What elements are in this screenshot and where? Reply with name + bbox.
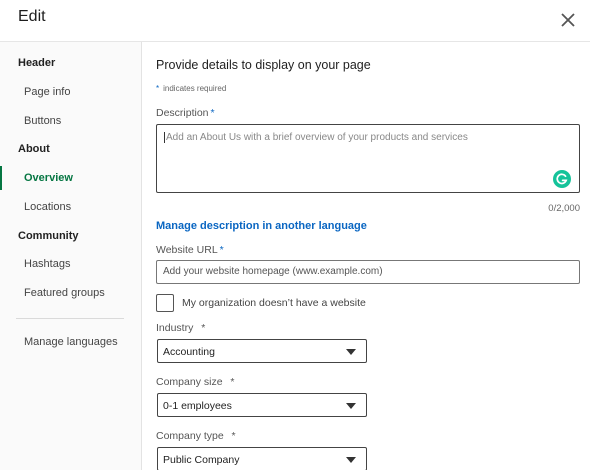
required-note-text: indicates required xyxy=(163,84,227,93)
website-url-input[interactable]: Add your website homepage (www.example.c… xyxy=(156,260,580,284)
close-icon xyxy=(561,13,575,27)
sidebar-item-manage-languages[interactable]: Manage languages xyxy=(24,336,118,348)
sidebar-section-header: Header xyxy=(18,57,56,69)
company-size-label-text: Company size xyxy=(156,376,223,388)
sidebar: Header Page info Buttons About Overview … xyxy=(0,42,142,470)
website-label: Website URL * xyxy=(156,244,224,256)
sidebar-section-about: About xyxy=(18,143,50,155)
grammarly-glyph xyxy=(556,173,568,185)
company-size-label: Company size * xyxy=(156,376,234,388)
description-placeholder: Add an About Us with a brief overview of… xyxy=(164,132,468,143)
sidebar-item-featured-groups[interactable]: Featured groups xyxy=(24,287,105,299)
description-label-text: Description xyxy=(156,107,209,119)
industry-label: Industry * xyxy=(156,322,205,334)
form-heading: Provide details to display on your page xyxy=(156,58,371,72)
sidebar-item-overview[interactable]: Overview xyxy=(24,172,73,184)
sidebar-item-buttons[interactable]: Buttons xyxy=(24,115,61,127)
industry-required-star: * xyxy=(201,322,206,334)
description-char-counter: 0/2,000 xyxy=(548,203,580,214)
company-size-select[interactable]: 0-1 employees xyxy=(157,393,367,417)
website-required-star: * xyxy=(219,244,224,256)
company-type-value: Public Company xyxy=(163,454,240,466)
description-required-star: * xyxy=(210,107,215,119)
main-form: Provide details to display on your page … xyxy=(143,42,590,470)
company-type-label: Company type * xyxy=(156,430,236,442)
chevron-down-icon xyxy=(346,457,356,463)
required-note: * indicates required xyxy=(156,84,226,93)
description-label: Description * xyxy=(156,107,215,119)
no-website-checkbox-label[interactable]: My organization doesn’t have a website xyxy=(182,297,366,309)
chevron-down-icon xyxy=(346,403,356,409)
industry-value: Accounting xyxy=(163,346,215,358)
modal-title: Edit xyxy=(18,8,46,25)
sidebar-item-locations[interactable]: Locations xyxy=(24,201,71,213)
sidebar-item-hashtags[interactable]: Hashtags xyxy=(24,258,70,270)
required-star: * xyxy=(156,84,160,93)
close-button[interactable] xyxy=(558,10,578,30)
grammarly-icon[interactable] xyxy=(553,170,571,188)
industry-label-text: Industry xyxy=(156,322,194,334)
chevron-down-icon xyxy=(346,349,356,355)
no-website-checkbox[interactable] xyxy=(156,294,174,312)
modal-header: Edit xyxy=(0,0,590,42)
industry-select[interactable]: Accounting xyxy=(157,339,367,363)
sidebar-divider xyxy=(16,318,124,319)
website-label-text: Website URL xyxy=(156,244,218,256)
sidebar-item-page-info[interactable]: Page info xyxy=(24,86,70,98)
company-type-required-star: * xyxy=(231,430,236,442)
company-size-required-star: * xyxy=(230,376,235,388)
company-type-label-text: Company type xyxy=(156,430,224,442)
sidebar-section-community: Community xyxy=(18,230,79,242)
description-textarea[interactable]: Add an About Us with a brief overview of… xyxy=(156,124,580,193)
company-type-select[interactable]: Public Company xyxy=(157,447,367,470)
website-url-placeholder: Add your website homepage (www.example.c… xyxy=(163,266,383,277)
company-size-value: 0-1 employees xyxy=(163,400,232,412)
manage-description-language-link[interactable]: Manage description in another language xyxy=(156,220,367,232)
active-indicator xyxy=(0,166,2,190)
